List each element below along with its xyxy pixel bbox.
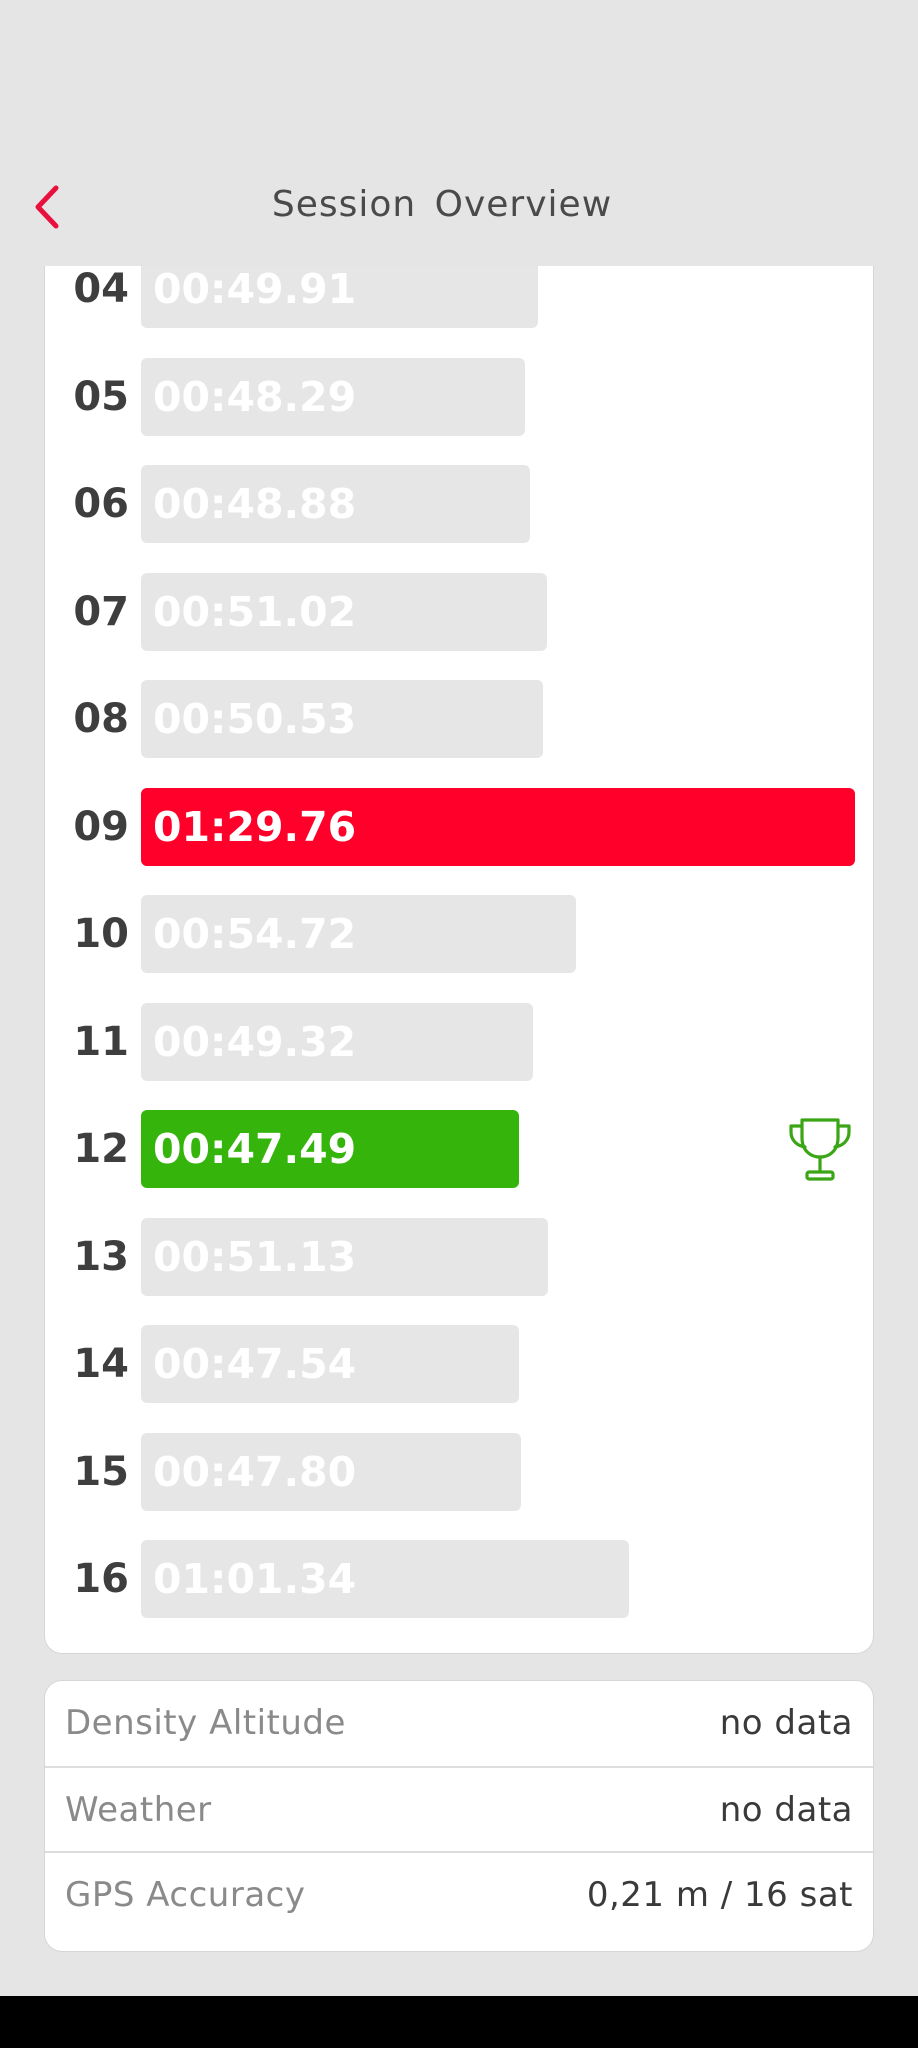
lap-row-04[interactable]: 04 00:49.91 — [45, 266, 873, 328]
lap-time-bar[interactable]: 01:01.34 — [141, 1540, 629, 1618]
lap-time: 00:48.29 — [153, 372, 357, 421]
lap-time: 00:47.80 — [153, 1447, 357, 1496]
lap-number: 14 — [73, 1341, 129, 1387]
lap-row-06[interactable]: 06 00:48.88 — [45, 465, 873, 543]
lap-row-07[interactable]: 07 00:51.02 — [45, 572, 873, 651]
trophy-icon — [789, 1118, 851, 1181]
lap-number: 15 — [73, 1448, 129, 1495]
lap-time: 00:47.49 — [153, 1125, 357, 1173]
lap-number: 11 — [73, 1018, 129, 1065]
weather-value: no data — [719, 1790, 853, 1830]
lap-row-14[interactable]: 14 00:47.54 — [45, 1325, 873, 1403]
lap-number: 08 — [73, 696, 129, 742]
lap-number: 05 — [73, 373, 129, 420]
lap-times-list[interactable]: 04 00:49.91 05 00:48.29 06 00:48.88 07 00:51.02… — [44, 266, 874, 1654]
lap-row-12[interactable]: 12 00:47.49 — [45, 1110, 873, 1188]
lap-row-15[interactable]: 15 00:47.80 — [45, 1432, 873, 1511]
lap-number: 12 — [73, 1126, 129, 1172]
lap-time: 00:48.88 — [153, 480, 357, 528]
lap-row-16[interactable]: 16 01:01.34 — [45, 1540, 873, 1618]
lap-row-10[interactable]: 10 00:54.72 — [45, 895, 873, 973]
lap-number: 09 — [73, 803, 129, 850]
lap-time: 00:49.32 — [153, 1017, 357, 1066]
lap-time: 00:51.13 — [153, 1232, 357, 1281]
lap-number: 04 — [73, 266, 129, 312]
lap-time-bar[interactable]: 00:50.53 — [141, 680, 543, 758]
lap-time-bar[interactable]: 00:48.29 — [141, 357, 525, 436]
density-altitude-label: Density Altitude — [65, 1703, 346, 1743]
lap-time-bar[interactable]: 00:47.54 — [141, 1325, 519, 1403]
lap-time: 01:01.34 — [153, 1555, 357, 1603]
gps-accuracy-row: GPS Accuracy 0,21 m / 16 sat — [45, 1851, 873, 1938]
lap-number: 10 — [73, 911, 129, 957]
weather-row: Weather no data — [45, 1766, 873, 1853]
lap-row-05[interactable]: 05 00:48.29 — [45, 357, 873, 436]
lap-row-11[interactable]: 11 00:49.32 — [45, 1002, 873, 1081]
gps-accuracy-value: 0,21 m / 16 sat — [586, 1875, 853, 1915]
system-navigation-bar — [0, 1996, 918, 2048]
lap-row-08[interactable]: 08 00:50.53 — [45, 680, 873, 758]
lap-number: 13 — [73, 1233, 129, 1280]
lap-time-bar[interactable]: 00:47.49 — [141, 1110, 519, 1188]
session-info-card: Density Altitude no data Weather no data… — [44, 1680, 874, 1952]
lap-time: 01:29.76 — [153, 802, 357, 851]
page-title: Session Overview — [271, 184, 613, 225]
lap-time: 00:49.91 — [153, 266, 357, 313]
density-altitude-value: no data — [719, 1703, 853, 1743]
weather-label: Weather — [65, 1790, 212, 1830]
lap-time: 00:51.02 — [153, 587, 357, 636]
navigation-bar: Session Overview — [0, 170, 918, 240]
lap-number: 16 — [73, 1556, 129, 1602]
lap-time-bar[interactable]: 00:54.72 — [141, 895, 576, 973]
lap-time-bar[interactable]: 00:51.02 — [141, 572, 547, 651]
lap-time-bar[interactable]: 00:49.91 — [141, 266, 538, 328]
lap-number: 07 — [73, 588, 129, 635]
lap-time-bar[interactable]: 00:51.13 — [141, 1217, 548, 1296]
lap-number: 06 — [73, 481, 129, 527]
lap-time-bar[interactable]: 01:29.76 — [141, 787, 855, 866]
lap-time: 00:54.72 — [153, 910, 357, 958]
lap-row-09[interactable]: 09 01:29.76 — [45, 787, 873, 866]
lap-row-13[interactable]: 13 00:51.13 — [45, 1217, 873, 1296]
lap-time-bar[interactable]: 00:47.80 — [141, 1432, 521, 1511]
lap-time-bar[interactable]: 00:48.88 — [141, 465, 530, 543]
gps-accuracy-label: GPS Accuracy — [65, 1875, 306, 1915]
lap-time: 00:50.53 — [153, 695, 357, 743]
density-altitude-row: Density Altitude no data — [45, 1681, 873, 1766]
lap-time-bar[interactable]: 00:49.32 — [141, 1002, 533, 1081]
lap-time: 00:47.54 — [153, 1340, 357, 1388]
